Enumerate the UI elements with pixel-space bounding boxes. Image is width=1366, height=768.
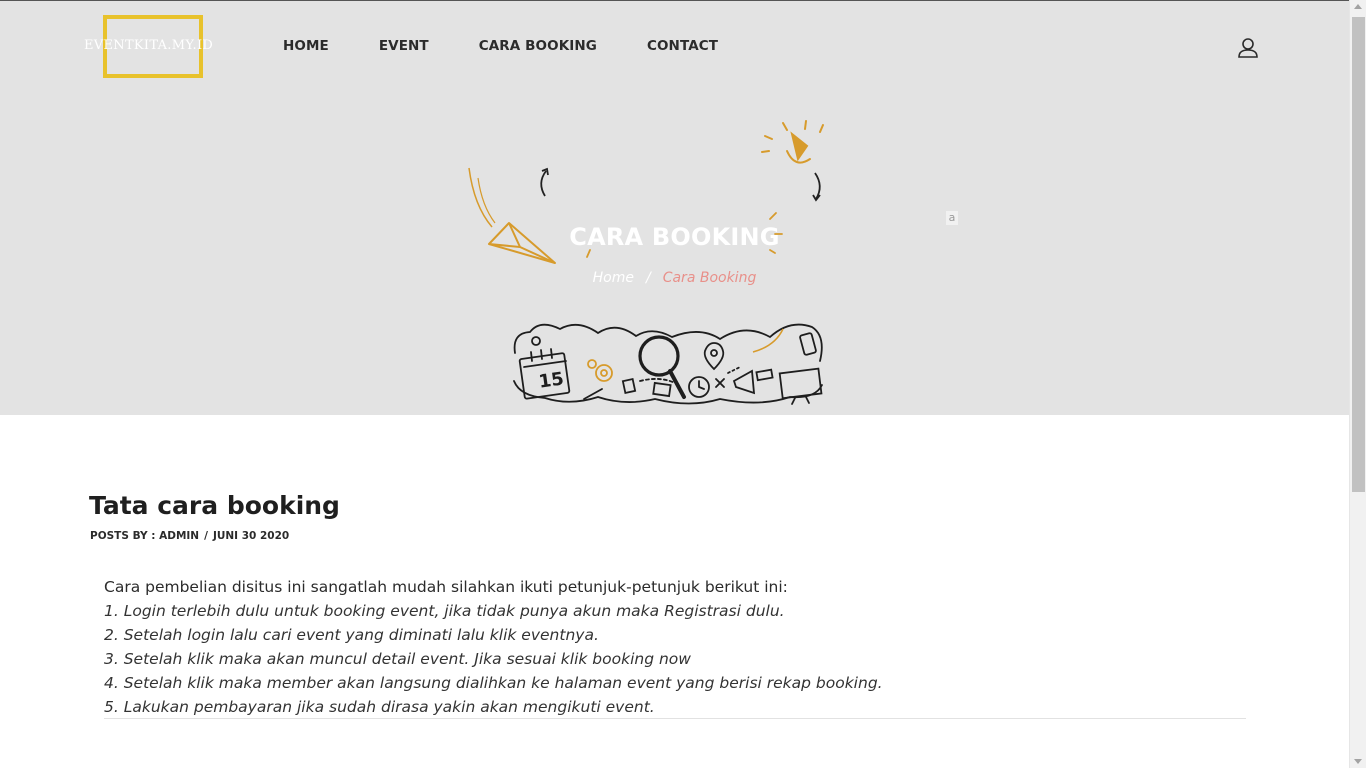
- magnifier-icon: [638, 335, 686, 399]
- gear-icon: [587, 359, 613, 382]
- logo-text: EVENTKITA.MY.ID: [84, 38, 214, 53]
- post-step: 4. Setelah klik maka member akan langsun…: [104, 674, 883, 692]
- breadcrumb-current: Cara Booking: [662, 270, 757, 286]
- nav-contact[interactable]: CONTACT: [647, 38, 718, 54]
- breadcrumb-home[interactable]: Home: [593, 270, 634, 286]
- breadcrumb-separator: /: [645, 270, 651, 286]
- post-step: 2. Setelah login lalu cari event yang di…: [104, 626, 599, 644]
- meta-separator: /: [204, 530, 208, 542]
- vertical-scrollbar[interactable]: [1349, 0, 1366, 768]
- post-author: POSTS BY : ADMIN: [90, 530, 200, 542]
- calendar-number: 15: [537, 368, 565, 392]
- site-logo[interactable]: EVENTKITA.MY.ID: [84, 14, 224, 80]
- monitor-icon: [778, 367, 823, 405]
- post-title: Tata cara booking: [89, 491, 340, 520]
- megaphone-icon: [732, 369, 756, 395]
- content-divider: [104, 718, 1246, 719]
- curved-arrow-left-icon: [540, 170, 547, 197]
- page-title: CARA BOOKING: [569, 223, 780, 251]
- user-icon[interactable]: [1237, 37, 1259, 59]
- nav-event[interactable]: EVENT: [379, 38, 429, 54]
- post-meta: POSTS BY : ADMIN / JUNI 30 2020: [90, 530, 289, 542]
- nav-cara-booking[interactable]: CARA BOOKING: [479, 38, 597, 54]
- post-step: 5. Lakukan pembayaran jika sudah dirasa …: [104, 698, 655, 716]
- scroll-down-arrow-icon[interactable]: [1354, 759, 1362, 764]
- stray-glyph: a: [946, 211, 958, 225]
- nav-home[interactable]: HOME: [283, 38, 329, 54]
- cursor-click-icon: [761, 120, 824, 164]
- scrollbar-thumb[interactable]: [1352, 17, 1365, 492]
- hero-banner: EVENTKITA.MY.ID HOME EVENT CARA BOOKING …: [0, 0, 1349, 415]
- scroll-up-arrow-icon[interactable]: [1354, 4, 1362, 9]
- post-intro: Cara pembelian disitus ini sangatlah mud…: [104, 578, 788, 596]
- post-body: Cara pembelian disitus ini sangatlah mud…: [104, 575, 1246, 719]
- post-date: JUNI 30 2020: [212, 530, 290, 542]
- main-nav: HOME EVENT CARA BOOKING CONTACT: [283, 38, 768, 54]
- curved-arrow-right-icon: [814, 172, 821, 200]
- calendar-icon: [518, 348, 571, 400]
- clock-icon: [688, 376, 710, 398]
- doodle-strip: [513, 323, 823, 405]
- breadcrumb: Home / Cara Booking: [0, 270, 1349, 286]
- post-step: 3. Setelah klik maka akan muncul detail …: [104, 650, 691, 668]
- phone-icon: [799, 332, 817, 356]
- location-pin-icon: [703, 342, 725, 371]
- post-step: 1. Login terlebih dulu untuk booking eve…: [104, 602, 785, 620]
